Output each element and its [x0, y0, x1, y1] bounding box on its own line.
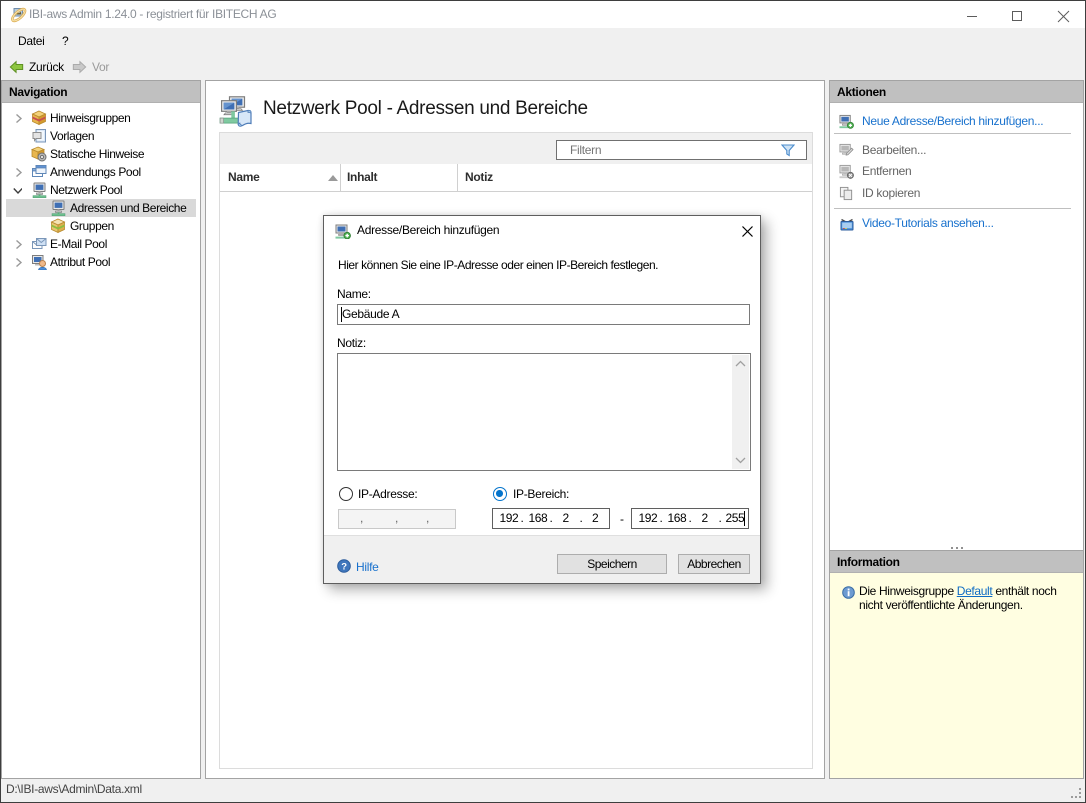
svg-text:?: ?	[341, 561, 347, 572]
